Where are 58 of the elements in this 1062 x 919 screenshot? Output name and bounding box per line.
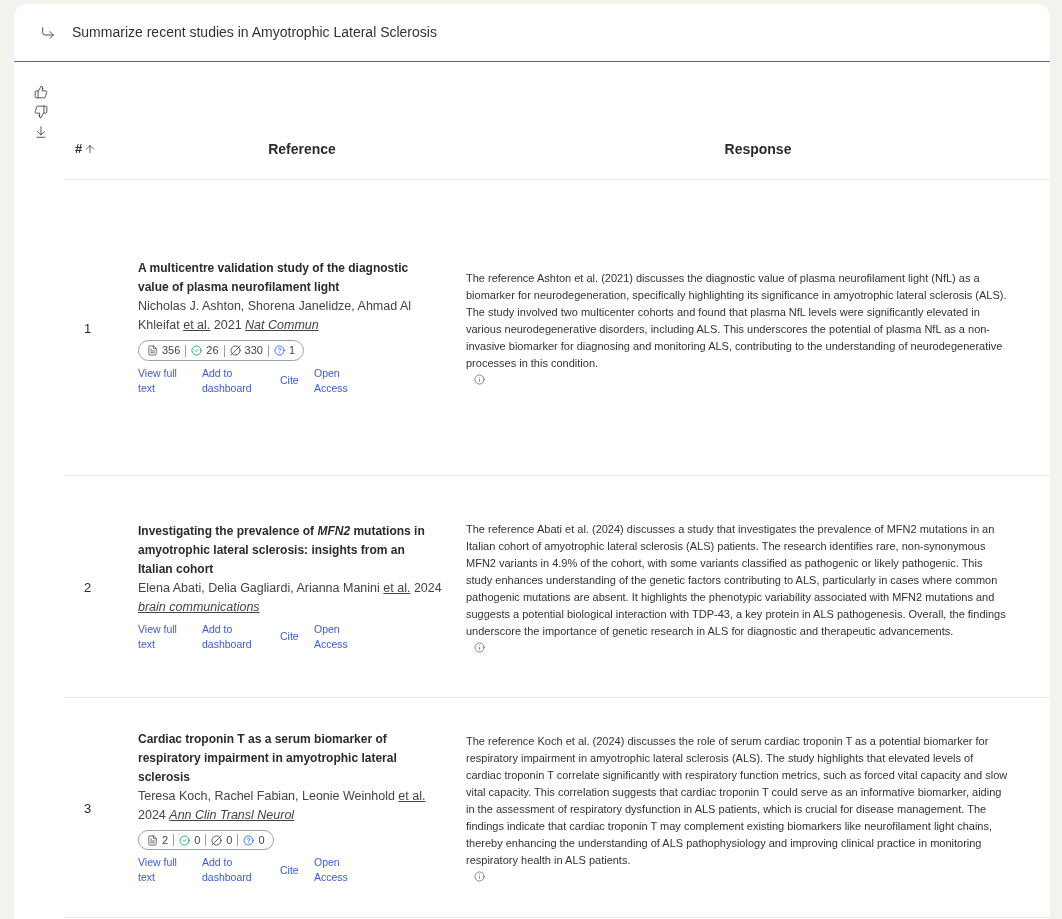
question-icon <box>273 345 285 356</box>
slashed-circle-icon <box>211 834 223 846</box>
journal-link[interactable]: Ann Clin Transl Neurol <box>169 807 295 822</box>
metric-count: 0 <box>258 832 265 848</box>
action-link[interactable]: Cite <box>280 629 302 644</box>
thumbs-down-button[interactable] <box>34 105 48 119</box>
action-link[interactable]: Add to dashboard <box>202 855 266 886</box>
action-link[interactable]: Open Access <box>314 365 364 396</box>
document-icon <box>147 345 158 356</box>
question-icon <box>243 834 255 846</box>
response-text: The reference Ashton et al. (2021) discusses the diagnostic value of plasma neurofilament light (NfL) as a biomarker for neurodegeneration, specifically highlighting its significance in amyotrophic lateral sclerosis (ALS). The study involved two multicenter cohorts and found that plasma NfL levels were significantly elevated in various neurodegenerative disorders, including ALS. This underscores the potential of plasma NfL as a non-invasive biomarker for diagnosing and monitoring ALS, contributing to the understanding of neurodegenerative processes in this condition. <box>466 271 1008 371</box>
info-icon[interactable] <box>474 374 485 385</box>
metric-count: 2 <box>162 832 169 848</box>
sort-number-button[interactable]: # <box>75 138 97 159</box>
metric-count: 1 <box>288 343 296 359</box>
action-link[interactable]: Add to dashboard <box>202 365 266 396</box>
sort-arrow-icon <box>84 142 97 155</box>
column-header: Reference <box>268 140 336 157</box>
reference-title[interactable]: Cardiac troponin T as a serum biomarker of respiratory impairment in amyotrophic lateral sclerosis <box>138 729 442 787</box>
reference-citation: Nicholas J. Ashton, Shorena Janelidze, Ahmad Al Khleifat et al. 2021 Nat Commun <box>138 298 413 335</box>
thumbs-up-button[interactable] <box>34 85 48 99</box>
response-text: The reference Abati et al. (2024) discusses a study that investigates the prevalence of MFN2 mutations in an Italian cohort of amyotrophic lateral sclerosis (ALS) patients. The research identifies rare, non-synonymous MFN2 variants in 4.9% of the cohort, with some variants classified as pathogenic or likely pathogenic. This study enhances understanding of the genetic factors contributing to ALS, particularly in cases where common pathogenic mutations are absent. It highlights the phenotypic variability associated with MFN2 mutations and suggests a potential biological interaction with TDP-43, a key protein in ALS pathogenesis. Overall, the findings underscore the importance of genetic research in ALS for diagnostic and therapeutic advancements. <box>466 521 1007 639</box>
slashed-circle-icon <box>229 345 241 356</box>
query-text: Summarize recent studies in Amyotrophic Lateral Sclerosis <box>72 23 437 42</box>
journal-link[interactable]: Nat Commun <box>245 318 319 333</box>
reply-arrow-icon <box>40 24 56 41</box>
check-circle-icon <box>191 345 203 356</box>
metric-count: 356 <box>162 343 181 359</box>
column-header: Response <box>724 140 792 157</box>
action-link[interactable]: View full text <box>138 621 188 652</box>
action-link[interactable]: View full text <box>138 855 188 886</box>
reference-citation: Elena Abati, Delia Gagliardi, Arianna Manini et al. 2024 brain communications <box>138 579 442 616</box>
action-link[interactable]: Cite <box>280 373 302 389</box>
metric-count: 330 <box>244 343 263 359</box>
et-al-link[interactable]: et al. <box>183 318 211 333</box>
info-icon[interactable] <box>474 871 485 882</box>
action-link[interactable]: View full text <box>138 365 188 396</box>
row-number: 3 <box>84 800 92 816</box>
reference-citation: Teresa Koch, Rachel Fabian, Leonie Weinhold et al. 2024 Ann Clin Transl Neurol <box>138 787 427 824</box>
metric-count: 0 <box>226 832 233 848</box>
check-circle-icon <box>179 834 191 846</box>
metric-count: 26 <box>206 343 219 359</box>
download-button[interactable] <box>34 125 48 139</box>
document-icon <box>147 834 158 846</box>
reference-title[interactable]: Investigating the prevalence of MFN2 mutations in amyotrophic lateral sclerosis: insights from an Italian cohort <box>138 521 442 579</box>
action-link[interactable]: Add to dashboard <box>202 621 266 652</box>
info-icon[interactable] <box>474 641 485 653</box>
et-al-link[interactable]: et al. <box>383 580 411 595</box>
reference-title[interactable]: A multicentre validation study of the diagnostic value of plasma neurofilament light <box>138 259 442 298</box>
row-number: 1 <box>84 320 92 336</box>
action-link[interactable]: Cite <box>280 862 302 878</box>
row-number: 2 <box>84 579 92 595</box>
response-text: The reference Koch et al. (2024) discusses the role of serum cardiac troponin T as a potential biomarker for respiratory impairment in amyotrophic lateral sclerosis (ALS). The study highlights that elevated levels of cardiac troponin T correlate significantly with respiratory function metrics, such as forced vital capacity and slow vital capacity. This correlation suggests that cardiac troponin T could serve as an informative biomarker, aiding in the assessment of respiratory dysfunction in ALS patients, which is crucial for disease management. The findings indicate that cardiac troponin T may complement existing biomarkers like neurofilament light chains, thereby enhancing the understanding of ALS pathophysiology and improving clinical practice in monitoring respiratory health in ALS patients. <box>466 734 1009 868</box>
journal-link[interactable]: brain communications <box>138 599 260 614</box>
action-link[interactable]: Open Access <box>314 621 364 652</box>
action-link[interactable]: Open Access <box>314 855 364 886</box>
metric-count: 0 <box>194 832 201 848</box>
et-al-link[interactable]: et al. <box>398 788 426 803</box>
